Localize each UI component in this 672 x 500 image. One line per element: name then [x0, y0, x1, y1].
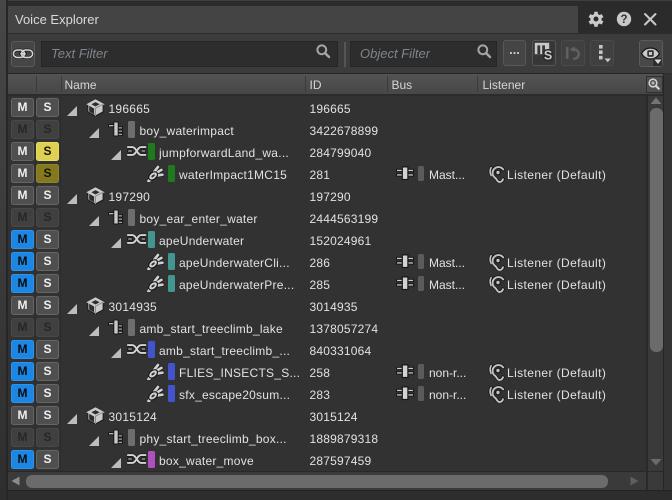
- svg-text:S: S: [544, 48, 552, 62]
- svg-text:?: ?: [620, 14, 627, 26]
